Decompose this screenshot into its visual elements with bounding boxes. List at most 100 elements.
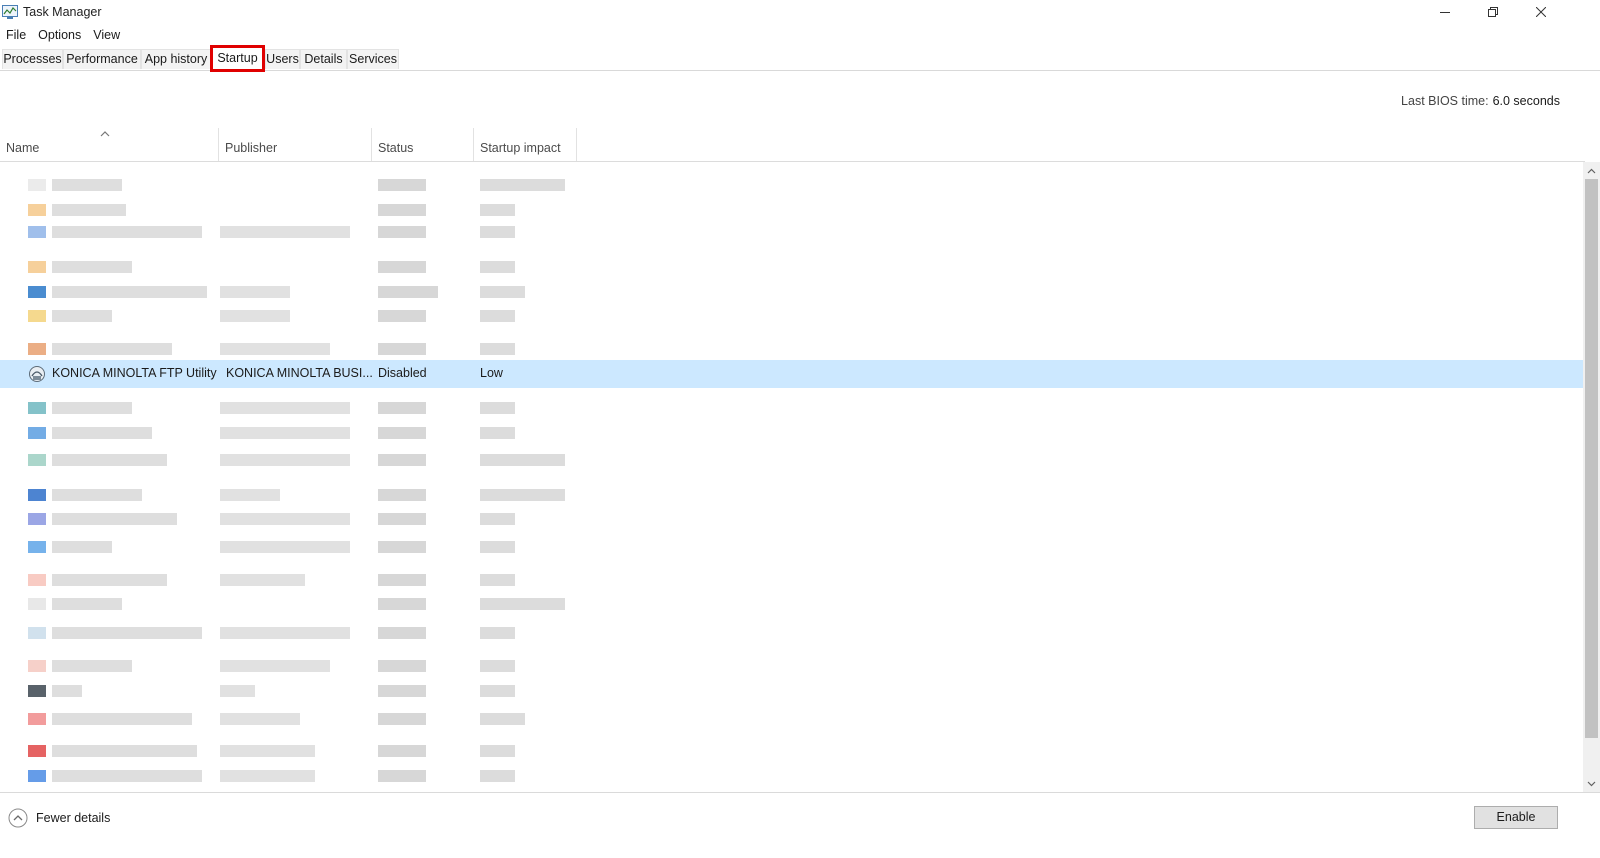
startup-row-obscured[interactable] — [0, 221, 1583, 243]
status-obscured — [378, 310, 426, 322]
startup-row-obscured[interactable] — [0, 740, 1583, 762]
impact-obscured — [480, 770, 515, 782]
close-button[interactable] — [1518, 0, 1564, 24]
status-obscured — [378, 179, 426, 191]
publisher-obscured — [220, 489, 280, 501]
scroll-up-button[interactable] — [1583, 162, 1600, 179]
publisher-obscured — [220, 343, 330, 355]
publisher-obscured — [220, 310, 290, 322]
status-obscured — [378, 574, 426, 586]
status-obscured — [378, 713, 426, 725]
startup-row-obscured[interactable] — [0, 569, 1583, 591]
status-obscured — [378, 261, 426, 273]
tab-details[interactable]: Details — [300, 49, 347, 69]
tab-startup[interactable]: Startup — [210, 45, 265, 72]
app-icon-obscured — [28, 261, 46, 273]
publisher-obscured — [220, 454, 350, 466]
menu-options[interactable]: Options — [32, 25, 87, 45]
konica-minolta-icon — [29, 366, 45, 382]
app-icon-obscured — [28, 598, 46, 610]
name-obscured — [52, 179, 122, 191]
app-icon-obscured — [28, 310, 46, 322]
name-obscured — [52, 204, 126, 216]
impact-obscured — [480, 541, 515, 553]
window-title: Task Manager — [23, 5, 102, 19]
impact-obscured — [480, 513, 515, 525]
publisher-obscured — [220, 713, 300, 725]
startup-row-obscured[interactable] — [0, 256, 1583, 278]
app-icon-obscured — [28, 660, 46, 672]
menu-view[interactable]: View — [87, 25, 126, 45]
publisher-obscured — [220, 541, 350, 553]
minimize-button[interactable] — [1422, 0, 1468, 24]
startup-row-obscured[interactable] — [0, 536, 1583, 558]
chevron-up-circle-icon — [8, 808, 28, 828]
startup-row-obscured[interactable] — [0, 397, 1583, 419]
column-header-name[interactable]: Name — [0, 128, 219, 161]
app-icon-obscured — [28, 574, 46, 586]
startup-row-obscured[interactable] — [0, 708, 1583, 730]
publisher-obscured — [220, 574, 305, 586]
bios-time-value: 6.0 seconds — [1492, 94, 1560, 108]
startup-row-impact: Low — [480, 366, 503, 380]
status-obscured — [378, 204, 426, 216]
impact-obscured — [480, 204, 515, 216]
enable-button[interactable]: Enable — [1474, 806, 1558, 829]
impact-obscured — [480, 454, 565, 466]
menu-file[interactable]: File — [0, 25, 32, 45]
startup-row-status: Disabled — [378, 366, 427, 380]
name-obscured — [52, 713, 192, 725]
publisher-obscured — [220, 286, 290, 298]
startup-row-obscured[interactable] — [0, 765, 1583, 787]
scroll-down-button[interactable] — [1583, 775, 1600, 792]
publisher-obscured — [220, 402, 350, 414]
tab-bar: Processes Performance App history Startu… — [0, 45, 1600, 72]
startup-row-obscured[interactable] — [0, 484, 1583, 506]
startup-row-obscured[interactable] — [0, 305, 1583, 327]
column-header-publisher[interactable]: Publisher — [219, 128, 372, 161]
app-icon-obscured — [28, 489, 46, 501]
status-obscured — [378, 685, 426, 697]
app-icon-obscured — [28, 454, 46, 466]
publisher-obscured — [220, 685, 255, 697]
startup-row-selected[interactable]: KONICA MINOLTA FTP Utility KONICA MINOLT… — [0, 360, 1583, 388]
name-obscured — [52, 226, 202, 238]
name-obscured — [52, 574, 167, 586]
column-header-status[interactable]: Status — [372, 128, 474, 161]
name-obscured — [52, 598, 122, 610]
restore-button[interactable] — [1470, 0, 1516, 24]
app-icon-obscured — [28, 226, 46, 238]
app-icon-obscured — [28, 745, 46, 757]
startup-row-obscured[interactable] — [0, 199, 1583, 221]
tab-users[interactable]: Users — [265, 49, 300, 69]
status-obscured — [378, 660, 426, 672]
tab-performance[interactable]: Performance — [63, 49, 141, 69]
tab-services[interactable]: Services — [347, 49, 399, 69]
app-icon-obscured — [28, 770, 46, 782]
status-obscured — [378, 226, 426, 238]
impact-obscured — [480, 343, 515, 355]
vertical-scrollbar[interactable] — [1583, 162, 1600, 792]
startup-row-obscured[interactable] — [0, 508, 1583, 530]
startup-row-obscured[interactable] — [0, 174, 1583, 196]
footer-divider — [0, 792, 1600, 793]
impact-obscured — [480, 685, 515, 697]
startup-row-obscured[interactable] — [0, 655, 1583, 677]
scroll-thumb[interactable] — [1585, 179, 1598, 738]
app-icon-obscured — [28, 627, 46, 639]
startup-row-obscured[interactable] — [0, 593, 1583, 615]
startup-row-obscured[interactable] — [0, 622, 1583, 644]
impact-obscured — [480, 402, 515, 414]
name-obscured — [52, 427, 152, 439]
tab-processes[interactable]: Processes — [2, 49, 63, 69]
status-obscured — [378, 513, 426, 525]
startup-row-obscured[interactable] — [0, 281, 1583, 303]
startup-row-obscured[interactable] — [0, 338, 1583, 360]
fewer-details-toggle[interactable]: Fewer details — [8, 808, 110, 828]
impact-obscured — [480, 660, 515, 672]
startup-row-obscured[interactable] — [0, 449, 1583, 471]
tab-app-history[interactable]: App history — [141, 49, 211, 69]
startup-row-obscured[interactable] — [0, 422, 1583, 444]
startup-row-obscured[interactable] — [0, 680, 1583, 702]
column-header-impact[interactable]: Startup impact — [474, 128, 577, 161]
